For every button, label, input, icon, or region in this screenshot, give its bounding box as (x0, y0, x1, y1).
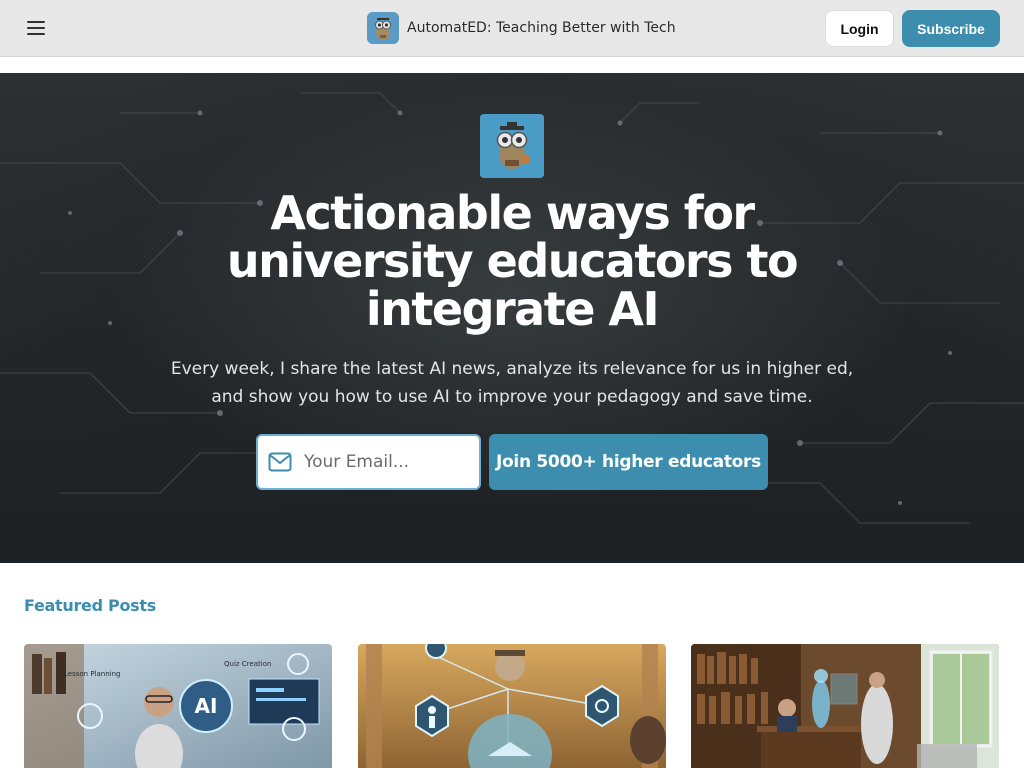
join-button[interactable]: Join 5000+ higher educators (489, 434, 768, 490)
featured-post-card[interactable]: AI Lesson Planning Quiz Creation (24, 644, 332, 768)
envelope-icon (268, 452, 292, 472)
card-image-label: Lesson Planning (64, 670, 120, 678)
email-field[interactable] (256, 434, 481, 490)
hero-title: Actionable ways for university educators… (226, 186, 799, 336)
robot-owl-logo-icon[interactable] (367, 12, 399, 44)
header-spacer (0, 58, 1024, 73)
library-hologram-desk-image[interactable] (691, 644, 999, 768)
robot-owl-logo-icon (480, 114, 544, 178)
scholar-hologram-network-image[interactable] (358, 644, 666, 768)
email-input[interactable] (304, 452, 464, 472)
site-header: AutomatED: Teaching Better with Tech Log… (0, 0, 1024, 57)
educator-ai-dashboard-image[interactable]: AI Lesson Planning Quiz Creation (24, 644, 332, 768)
brand[interactable]: AutomatED: Teaching Better with Tech (367, 12, 676, 44)
featured-posts-heading: Featured Posts (24, 596, 156, 615)
card-image-label: AI (195, 694, 218, 718)
brand-name[interactable]: AutomatED: Teaching Better with Tech (407, 20, 676, 36)
subscribe-button[interactable]: Subscribe (902, 10, 1000, 47)
hero-subtitle: Every week, I share the latest AI news, … (170, 359, 854, 407)
hero-section: Actionable ways for university educators… (0, 73, 1024, 563)
featured-post-card[interactable] (358, 644, 666, 768)
hamburger-menu-icon[interactable] (20, 14, 52, 42)
featured-post-card[interactable] (691, 644, 999, 768)
login-button[interactable]: Login (825, 10, 894, 47)
card-image-label: Quiz Creation (224, 660, 271, 668)
